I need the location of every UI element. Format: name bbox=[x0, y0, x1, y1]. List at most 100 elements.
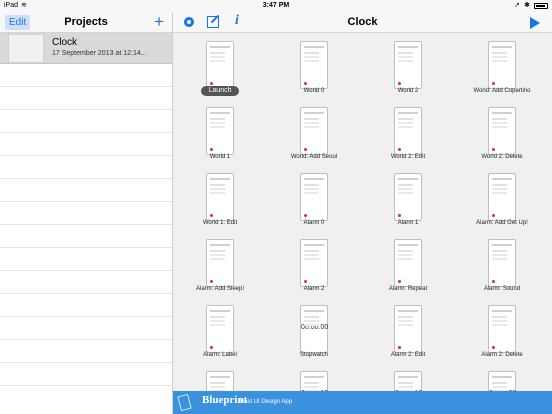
tab-dot-icon bbox=[492, 148, 495, 151]
screen-thumbnail[interactable]: Alarm 1 bbox=[361, 165, 455, 231]
tab-dot-icon bbox=[304, 82, 307, 85]
screen-label: Launch bbox=[201, 86, 239, 96]
screen-thumbnail[interactable]: World: Add Seoul bbox=[267, 99, 361, 165]
screen-preview bbox=[394, 173, 422, 221]
empty-row bbox=[0, 179, 172, 202]
blueprint-banner[interactable]: Blueprint Best UI Design App bbox=[173, 391, 552, 414]
screen-thumbnail[interactable]: World 1 bbox=[173, 99, 267, 165]
screen-preview bbox=[488, 107, 516, 155]
screen-label: Alarm: Repeat bbox=[388, 286, 428, 292]
screen-preview bbox=[206, 107, 234, 155]
battery-icon bbox=[534, 3, 548, 9]
screen-label: Alarm: Add Sleep! bbox=[195, 286, 245, 292]
play-icon[interactable] bbox=[530, 17, 540, 29]
screen-preview bbox=[206, 173, 234, 221]
tab-dot-icon bbox=[304, 214, 307, 217]
empty-row bbox=[0, 340, 172, 363]
blueprint-tagline: Best UI Design App bbox=[240, 399, 293, 405]
screen-thumbnail[interactable]: World 1: Edit bbox=[173, 165, 267, 231]
screen-thumbnail[interactable]: 00:00.00 Stopwatch bbox=[267, 297, 361, 363]
screen-label: World: Add Cupertino bbox=[473, 88, 531, 94]
empty-row bbox=[0, 317, 172, 340]
main-panel: i Clock Launch World 0 World 2 World: Add C… bbox=[173, 12, 552, 414]
empty-row bbox=[0, 225, 172, 248]
empty-row bbox=[0, 64, 172, 87]
screen-thumbnail[interactable]: World 2: Delete bbox=[455, 99, 549, 165]
screen-preview bbox=[394, 41, 422, 89]
tab-dot-icon bbox=[492, 214, 495, 217]
screen-thumbnail[interactable]: 00:04.12 bbox=[267, 363, 361, 391]
screen-thumbnail[interactable]: 00:09.33 bbox=[455, 363, 549, 391]
empty-row bbox=[0, 202, 172, 225]
tab-dot-icon bbox=[398, 280, 401, 283]
project-date: 17 September 2013 at 12:14... bbox=[52, 50, 147, 57]
screen-preview bbox=[300, 239, 328, 287]
screen-thumbnail[interactable]: 00:04.12 bbox=[361, 363, 455, 391]
blueprint-logo-icon bbox=[177, 393, 192, 412]
screen-preview: 00:09.33 bbox=[488, 371, 516, 391]
tab-dot-icon bbox=[304, 280, 307, 283]
empty-row bbox=[0, 294, 172, 317]
tab-dot-icon bbox=[210, 214, 213, 217]
tab-dot-icon bbox=[210, 148, 213, 151]
screen-thumbnail[interactable]: Alarm 0 bbox=[267, 165, 361, 231]
screen-thumbnail[interactable]: Alarm 2: Edit bbox=[361, 297, 455, 363]
add-project-button[interactable]: + bbox=[154, 12, 164, 32]
empty-row bbox=[0, 133, 172, 156]
screen-thumbnail[interactable]: World 2: Edit bbox=[361, 99, 455, 165]
screen-thumbnail[interactable]: Launch bbox=[173, 33, 267, 99]
tab-dot-icon bbox=[398, 148, 401, 151]
screen-preview bbox=[488, 173, 516, 221]
screen-thumbnail[interactable]: Alarm: Sound bbox=[455, 231, 549, 297]
project-row[interactable]: Clock 17 September 2013 at 12:14... bbox=[0, 33, 172, 64]
screen-label: World 2: Delete bbox=[481, 154, 523, 160]
screen-preview bbox=[300, 107, 328, 155]
screen-preview bbox=[488, 41, 516, 89]
tab-dot-icon bbox=[398, 82, 401, 85]
screen-thumbnail[interactable]: Alarm 2 bbox=[267, 231, 361, 297]
clock-time: 3:47 PM bbox=[262, 2, 290, 9]
screen-preview bbox=[206, 41, 234, 89]
screen-thumbnail[interactable]: Alarm: Label bbox=[173, 297, 267, 363]
screen-label: Stopwatch bbox=[299, 352, 329, 358]
screen-label: Alarm: Sound bbox=[483, 286, 521, 292]
screen-preview bbox=[394, 305, 422, 353]
location-icon: ➚ bbox=[514, 2, 521, 9]
screen-label: Alarm 1 bbox=[397, 220, 419, 226]
screen-preview: 00:04.12 bbox=[300, 371, 328, 391]
screen-preview bbox=[394, 107, 422, 155]
screen-preview: 00:00.00 bbox=[300, 305, 328, 353]
screen-label: World 0 bbox=[303, 88, 325, 94]
tab-dot-icon bbox=[492, 82, 495, 85]
main-header: i Clock bbox=[173, 12, 552, 33]
screen-thumbnail[interactable] bbox=[173, 363, 267, 391]
sidebar-header: Edit Projects + bbox=[0, 12, 172, 33]
screen-thumbnail[interactable]: World 2 bbox=[361, 33, 455, 99]
bluetooth-icon: ✱ bbox=[524, 2, 530, 9]
screen-thumbnail[interactable]: World 0 bbox=[267, 33, 361, 99]
status-bar: iPad ≋ 3:47 PM ➚ ✱ bbox=[0, 0, 552, 12]
screen-preview bbox=[488, 305, 516, 353]
screen-thumbnail[interactable]: Alarm: Repeat bbox=[361, 231, 455, 297]
empty-row bbox=[0, 156, 172, 179]
empty-row bbox=[0, 87, 172, 110]
screen-label: Alarm 2: Delete bbox=[481, 352, 523, 358]
tab-dot-icon bbox=[304, 148, 307, 151]
screen-preview bbox=[300, 173, 328, 221]
screens-grid: Launch World 0 World 2 World: Add Cupertino… bbox=[173, 33, 552, 391]
timer-readout: 00:00.00 bbox=[301, 324, 329, 331]
project-thumbnail bbox=[8, 34, 44, 63]
screen-preview bbox=[394, 239, 422, 287]
screen-thumbnail[interactable]: Alarm 2: Delete bbox=[455, 297, 549, 363]
screen-label: World: Add Seoul bbox=[290, 154, 338, 160]
tab-dot-icon bbox=[210, 346, 213, 349]
screen-preview bbox=[206, 239, 234, 287]
screen-thumbnail[interactable]: Alarm: Add Get Up! bbox=[455, 165, 549, 231]
screen-thumbnail[interactable]: World: Add Cupertino bbox=[455, 33, 549, 99]
screen-preview: 00:04.12 bbox=[394, 371, 422, 391]
screen-thumbnail[interactable]: Alarm: Add Sleep! bbox=[173, 231, 267, 297]
screen-label: World 1: Edit bbox=[202, 220, 238, 226]
screen-label: World 2 bbox=[397, 88, 419, 94]
sidebar-title: Projects bbox=[64, 16, 108, 28]
empty-row bbox=[0, 248, 172, 271]
